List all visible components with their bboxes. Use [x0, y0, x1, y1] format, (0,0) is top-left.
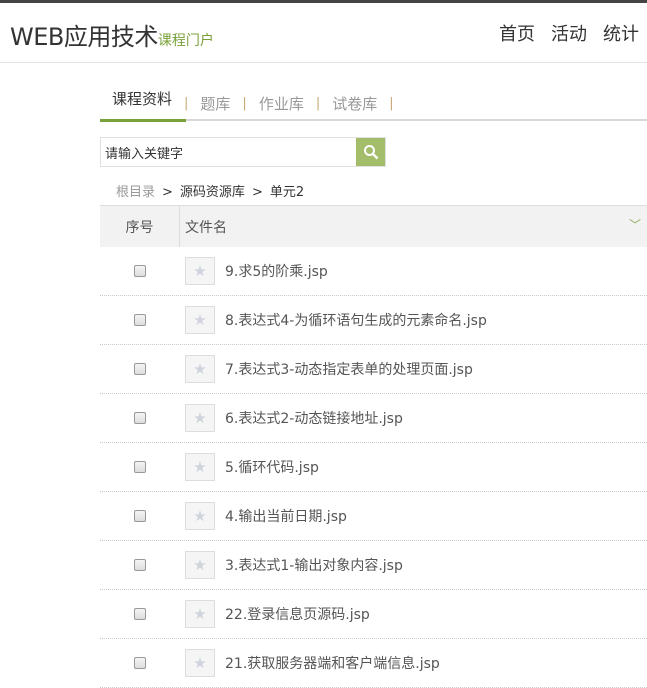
table-row: ★ 6.表达式2-动态链接地址.jsp — [100, 394, 647, 443]
site-logo[interactable]: WEB应用技术课程门户 — [10, 17, 214, 52]
row-checkbox[interactable] — [134, 461, 146, 473]
row-checkbox-cell — [100, 657, 180, 669]
site-subtitle: 课程门户 — [157, 33, 214, 49]
tab-bar: 课程资料 | 题库 | 作业库 | 试卷库 | — [100, 86, 647, 122]
file-name-link[interactable]: 3.表达式1-输出对象内容.jsp — [225, 555, 403, 575]
site-title: WEB应用技术 — [10, 23, 158, 51]
row-checkbox-cell — [100, 510, 180, 522]
tab-separator: | — [389, 95, 394, 111]
table-row: ★ 21.获取服务器端和客户端信息.jsp — [100, 639, 647, 688]
nav-statistics[interactable]: 统计 — [603, 20, 639, 46]
file-icon: ★ — [185, 551, 215, 579]
file-name-link[interactable]: 7.表达式3-动态指定表单的处理页面.jsp — [225, 359, 473, 379]
table-header: 序号 文件名 ﹀ — [100, 205, 647, 247]
file-icon: ★ — [185, 502, 215, 530]
breadcrumb: 根目录 > 源码资源库 > 单元2 — [116, 181, 304, 200]
chevron-down-icon[interactable]: ﹀ — [629, 216, 641, 233]
search-icon — [363, 145, 378, 160]
file-name-link[interactable]: 8.表达式4-为循环语句生成的元素命名.jsp — [225, 310, 487, 330]
nav-home[interactable]: 首页 — [499, 20, 535, 46]
file-name-link[interactable]: 9.求5的阶乘.jsp — [225, 261, 328, 281]
breadcrumb-root[interactable]: 根目录 — [116, 185, 155, 200]
row-checkbox-cell — [100, 265, 180, 277]
file-icon: ★ — [185, 600, 215, 628]
tab-exam-bank[interactable]: 试卷库 — [320, 93, 389, 114]
file-name-link[interactable]: 5.循环代码.jsp — [225, 457, 319, 477]
row-checkbox[interactable] — [134, 314, 146, 326]
search-button[interactable] — [356, 138, 385, 166]
row-checkbox[interactable] — [134, 657, 146, 669]
file-name-link[interactable]: 4.输出当前日期.jsp — [225, 506, 347, 526]
tab-homework-bank[interactable]: 作业库 — [247, 93, 316, 114]
tab-course-materials[interactable]: 课程资料 — [100, 86, 187, 122]
search-input[interactable] — [101, 138, 356, 166]
row-checkbox[interactable] — [134, 608, 146, 620]
file-name-link[interactable]: 21.获取服务器端和客户端信息.jsp — [225, 653, 440, 673]
table-row: ★ 22.登录信息页源码.jsp — [100, 590, 647, 639]
header: WEB应用技术课程门户 首页 活动 统计 — [0, 3, 647, 63]
row-checkbox-cell — [100, 461, 180, 473]
file-name-link[interactable]: 6.表达式2-动态链接地址.jsp — [225, 408, 403, 428]
table-row: ★ 3.表达式1-输出对象内容.jsp — [100, 541, 647, 590]
file-icon: ★ — [185, 453, 215, 481]
file-name-link[interactable]: 22.登录信息页源码.jsp — [225, 604, 370, 624]
search-box — [100, 137, 386, 167]
table-row: ★ 5.循环代码.jsp — [100, 443, 647, 492]
breadcrumb-source-library[interactable]: 源码资源库 — [180, 185, 245, 200]
row-checkbox-cell — [100, 363, 180, 375]
tab-question-bank[interactable]: 题库 — [188, 93, 242, 114]
breadcrumb-separator: > — [162, 185, 173, 200]
row-checkbox-cell — [100, 412, 180, 424]
table-row: ★ 4.输出当前日期.jsp — [100, 492, 647, 541]
row-checkbox-cell — [100, 314, 180, 326]
column-filename-label: 文件名 — [185, 219, 227, 236]
column-filename[interactable]: 文件名 ﹀ — [180, 206, 647, 247]
row-checkbox[interactable] — [134, 265, 146, 277]
table-row: ★ 8.表达式4-为循环语句生成的元素命名.jsp — [100, 296, 647, 345]
row-checkbox[interactable] — [134, 559, 146, 571]
file-icon: ★ — [185, 649, 215, 677]
file-list: ★ 9.求5的阶乘.jsp ★ 8.表达式4-为循环语句生成的元素命名.jsp ★ 7.表… — [100, 247, 647, 688]
row-checkbox[interactable] — [134, 412, 146, 424]
row-checkbox[interactable] — [134, 363, 146, 375]
file-icon: ★ — [185, 355, 215, 383]
table-row: ★ 9.求5的阶乘.jsp — [100, 247, 647, 296]
top-nav: 首页 活动 统计 — [499, 20, 639, 46]
row-checkbox[interactable] — [134, 510, 146, 522]
nav-activities[interactable]: 活动 — [551, 20, 587, 46]
row-checkbox-cell — [100, 559, 180, 571]
table-row: ★ 7.表达式3-动态指定表单的处理页面.jsp — [100, 345, 647, 394]
breadcrumb-current: 单元2 — [269, 185, 305, 200]
column-index: 序号 — [100, 206, 180, 247]
file-icon: ★ — [185, 306, 215, 334]
file-icon: ★ — [185, 404, 215, 432]
file-icon: ★ — [185, 257, 215, 285]
breadcrumb-separator: > — [251, 185, 263, 200]
row-checkbox-cell — [100, 608, 180, 620]
